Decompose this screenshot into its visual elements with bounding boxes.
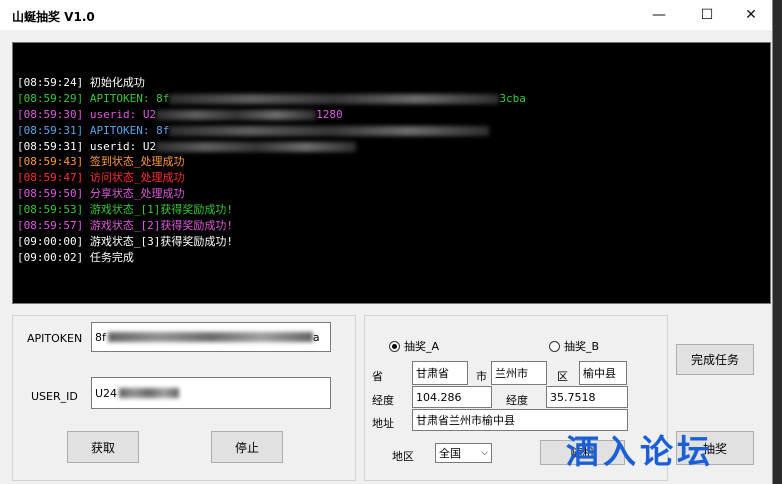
log-message: 游戏状态_[2]获得奖励成功! <box>89 219 233 233</box>
log-timestamp: [08:59:53] <box>17 203 90 217</box>
radio-unselected-icon <box>549 340 560 352</box>
userid-label: USER_ID <box>31 390 78 403</box>
longitude-label: 经度 <box>372 394 394 407</box>
latitude-input[interactable]: 35.7518 <box>546 386 628 408</box>
latitude-label: 经度 <box>506 394 528 407</box>
maximize-button[interactable]: ☐ <box>684 0 730 30</box>
log-timestamp: [08:59:43] <box>17 155 90 169</box>
account-group: APITOKEN 8f a USER_ID U24 获取 停止 <box>12 315 356 481</box>
minimize-button[interactable]: — <box>636 0 682 30</box>
log-timestamp: [08:59:24] <box>17 76 90 89</box>
log-timestamp: [08:59:47] <box>17 171 90 185</box>
log-message: 游戏状态_[3]获得奖励成功! <box>89 234 233 248</box>
userid-input[interactable]: U24 <box>91 377 331 409</box>
app-window: 山蜒抽奖 V1.0 — ☐ ✕ [08:59:24] 初始化成功 [08:59:2… <box>0 0 773 484</box>
log-timestamp: [08:59:29] <box>17 91 90 105</box>
radio-selected-icon <box>389 340 400 352</box>
log-line: [08:59:29] APITOKEN: 8f 3cba <box>17 91 526 107</box>
window-title: 山蜒抽奖 V1.0 <box>12 10 95 24</box>
log-timestamp: [08:59:30] <box>17 107 90 121</box>
redacted-value <box>156 141 357 152</box>
fetch-button[interactable]: 获取 <box>67 431 139 463</box>
log-message: 访问状态_处理成功 <box>89 171 185 185</box>
log-message: APITOKEN: 8f <box>89 123 170 137</box>
address-label: 地址 <box>372 417 394 430</box>
province-input[interactable]: 甘肃省 <box>412 361 468 385</box>
log-timestamp: [08:59:31] <box>17 139 90 153</box>
log-line: [08:59:50] 分享状态_处理成功 <box>17 186 526 202</box>
longitude-input[interactable]: 104.286 <box>412 386 492 408</box>
log-timestamp: [08:59:57] <box>17 219 90 233</box>
log-message: 初始化成功 <box>89 76 145 89</box>
log-message: APITOKEN: 8f <box>89 91 170 105</box>
log-line: [08:59:57] 游戏状态_[2]获得奖励成功! <box>17 218 526 234</box>
log-line: [08:59:43] 签到状态_处理成功 <box>17 154 526 170</box>
watermark: 酒入论坛 <box>566 432 714 471</box>
log-console[interactable]: [08:59:24] 初始化成功 [08:59:29] APITOKEN: 8f 3… <box>12 42 771 304</box>
redacted-value <box>156 109 317 120</box>
city-input[interactable]: 兰州市 <box>491 361 547 385</box>
province-label: 省 <box>372 370 383 383</box>
log-line: [08:59:31] userid: U2 <box>17 139 526 155</box>
redacted-value <box>169 125 490 136</box>
redacted-value <box>169 93 500 104</box>
close-button[interactable]: ✕ <box>728 0 774 30</box>
log-message: 分享状态_处理成功 <box>89 187 185 201</box>
log-timestamp: [08:59:50] <box>17 187 90 201</box>
log-lines: [08:59:24] 初始化成功 [08:59:29] APITOKEN: 8f 3… <box>17 75 526 266</box>
city-label: 市 <box>476 370 487 383</box>
log-timestamp: [08:59:31] <box>17 123 90 137</box>
district-label: 区 <box>557 370 568 383</box>
region-label: 地区 <box>392 450 414 463</box>
option-b-radio[interactable]: 抽奖_B <box>549 338 599 354</box>
log-value-tail: 3cba <box>499 91 526 105</box>
region-select[interactable]: 全国 ⌵ <box>435 443 492 463</box>
option-a-radio[interactable]: 抽奖_A <box>389 338 439 354</box>
log-timestamp: [09:00:02] <box>17 250 90 264</box>
log-line: [08:59:31] APITOKEN: 8f <box>17 123 526 139</box>
complete-task-button[interactable]: 完成任务 <box>676 344 754 375</box>
log-message: 签到状态_处理成功 <box>89 155 185 169</box>
log-timestamp: [09:00:00] <box>17 234 90 248</box>
log-message: 游戏状态_[1]获得奖励成功! <box>89 203 233 217</box>
chevron-down-icon: ⌵ <box>481 448 488 458</box>
apitoken-input[interactable]: 8f a <box>91 322 331 352</box>
log-line: [09:00:02] 任务完成 <box>17 250 526 266</box>
title-bar: 山蜒抽奖 V1.0 — ☐ ✕ <box>0 0 772 30</box>
log-message: userid: U2 <box>89 139 157 153</box>
district-input[interactable]: 榆中县 <box>579 361 627 385</box>
log-value-tail: 1280 <box>316 107 343 121</box>
log-line: [08:59:47] 访问状态_处理成功 <box>17 170 526 186</box>
apitoken-label: APITOKEN <box>27 332 83 345</box>
log-line: [08:59:53] 游戏状态_[1]获得奖励成功! <box>17 202 526 218</box>
log-line: [08:59:24] 初始化成功 <box>17 75 526 91</box>
log-line: [09:00:00] 游戏状态_[3]获得奖励成功! <box>17 234 526 250</box>
log-line: [08:59:30] userid: U2 1280 <box>17 107 526 123</box>
stop-button[interactable]: 停止 <box>211 431 283 463</box>
log-message: userid: U2 <box>89 107 157 121</box>
log-message: 任务完成 <box>89 250 134 264</box>
